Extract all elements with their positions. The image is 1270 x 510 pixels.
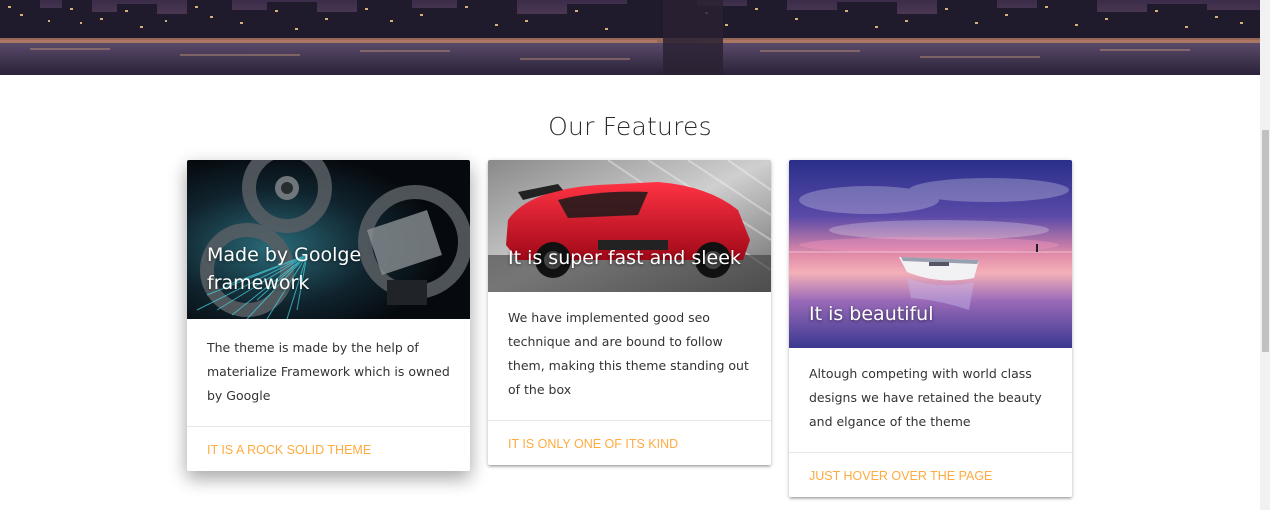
card-body: We have implemented good seo technique a… xyxy=(508,310,749,397)
card-action-link[interactable]: JUST HOVER OVER THE PAGE xyxy=(809,469,992,483)
scrollbar-thumb[interactable] xyxy=(1262,130,1269,352)
card-action-bar: IT IS A ROCK SOLID THEME xyxy=(187,426,470,471)
page-scrollbar[interactable] xyxy=(1260,0,1270,510)
card-body: Altough competing with world class desig… xyxy=(809,366,1042,429)
card-image-car: It is super fast and sleek xyxy=(488,160,771,292)
card-image-gears: Made by Goolge framework xyxy=(187,160,470,319)
card-title: It is super fast and sleek xyxy=(508,247,741,269)
feature-card-3: It is beautiful Altough competing with w… xyxy=(789,160,1072,497)
card-action-link[interactable]: IT IS A ROCK SOLID THEME xyxy=(207,443,371,457)
card-action-bar: JUST HOVER OVER THE PAGE xyxy=(789,452,1072,497)
card-image-boat: It is beautiful xyxy=(789,160,1072,348)
card-body: The theme is made by the help of materia… xyxy=(207,340,450,403)
card-action-link[interactable]: IT IS ONLY ONE OF ITS KIND xyxy=(508,437,678,451)
feature-card-2: It is super fast and sleek We have imple… xyxy=(488,160,771,465)
card-action-bar: IT IS ONLY ONE OF ITS KIND xyxy=(488,420,771,465)
hero-banner-image xyxy=(0,0,1260,75)
page: Our Features Made by Goolge framework Th… xyxy=(0,0,1270,510)
section-title: Our Features xyxy=(548,112,712,141)
card-title: Made by Goolge framework xyxy=(207,244,362,294)
feature-card-1: Made by Goolge framework The theme is ma… xyxy=(187,160,470,471)
card-title: It is beautiful xyxy=(809,303,934,325)
